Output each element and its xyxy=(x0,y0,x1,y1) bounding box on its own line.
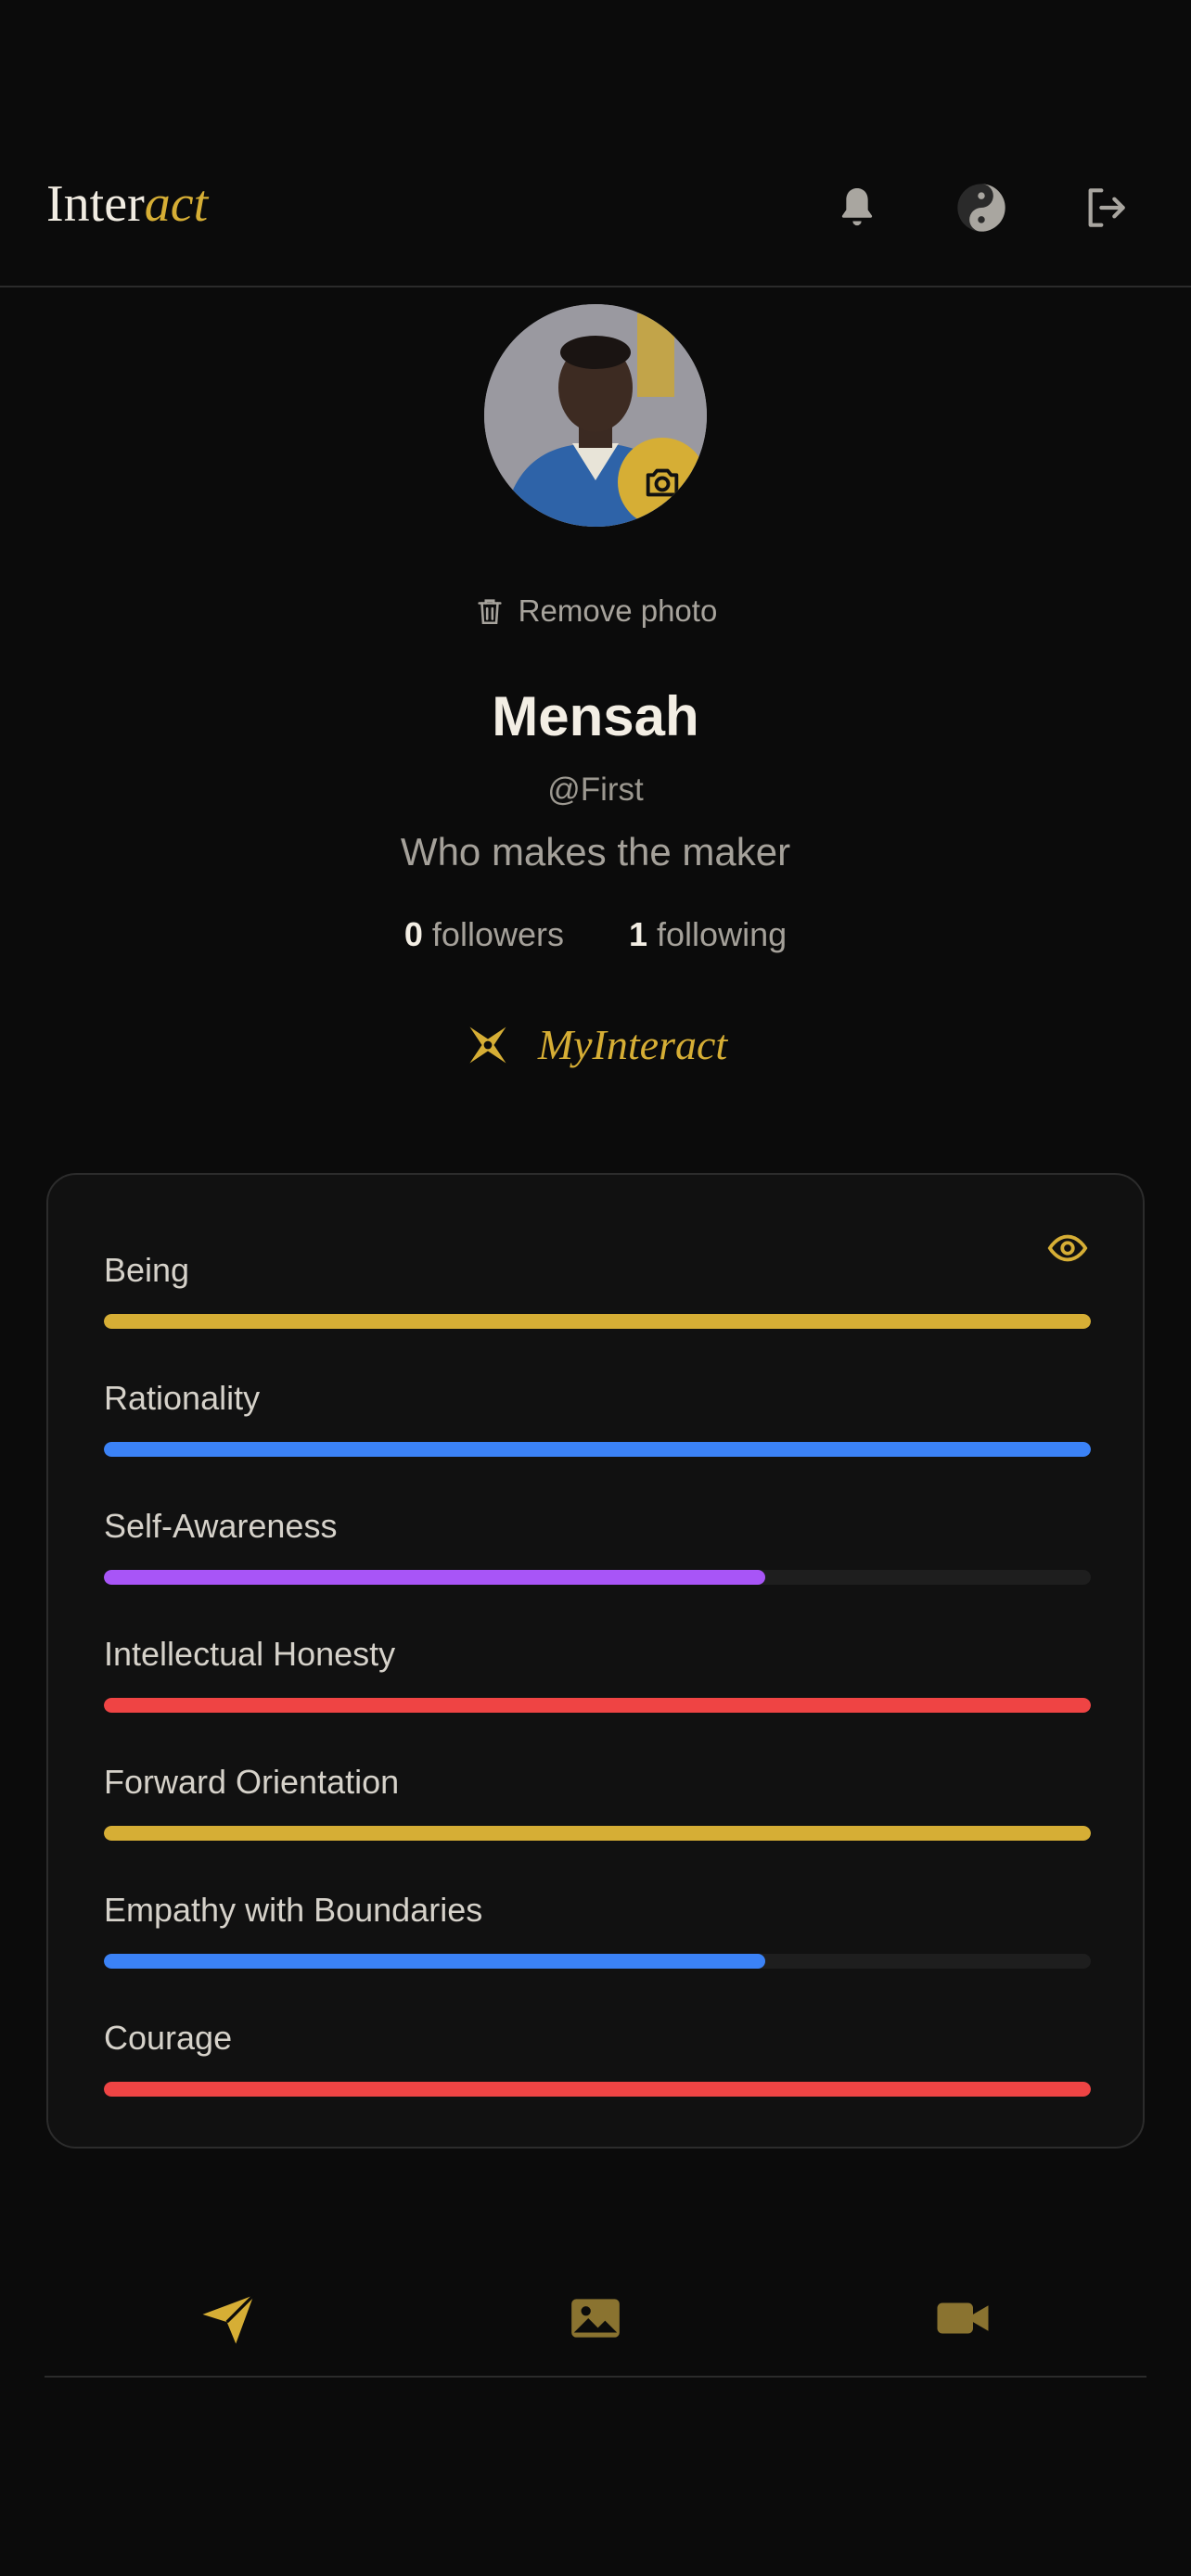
app-logo[interactable]: Interact xyxy=(46,176,208,232)
trait-self-awareness: Self-Awareness xyxy=(104,1505,1091,1585)
avatar xyxy=(484,304,707,527)
top-bar: Interact xyxy=(0,0,1191,287)
trait-intellectual-honesty: Intellectual Honesty xyxy=(104,1633,1091,1713)
trait-progress-fill xyxy=(104,1826,1091,1841)
trait-label: Forward Orientation xyxy=(104,1763,400,1801)
trait-progress-fill xyxy=(104,1314,1091,1329)
trait-progress-fill xyxy=(104,1442,1091,1457)
trait-label: Being xyxy=(104,1251,190,1289)
cross-pattee-icon xyxy=(469,1027,506,1063)
trait-rationality: Rationality xyxy=(104,1377,1091,1457)
following-count: 1 xyxy=(628,915,648,953)
trait-label: Empathy with Boundaries xyxy=(104,1891,483,1929)
bottom-nav xyxy=(45,2263,1146,2378)
trait-progress-bar xyxy=(104,1442,1091,1457)
logo-text: Inter xyxy=(46,175,145,233)
my-interact-link[interactable]: MyInteract xyxy=(0,1020,1191,1069)
trait-empathy-with-boundaries: Empathy with Boundaries xyxy=(104,1889,1091,1969)
yin-yang-icon[interactable] xyxy=(955,182,1007,234)
followers-count: 0 xyxy=(403,915,423,953)
profile-handle: @First xyxy=(547,772,644,808)
traits-card: Being Rationality Self-Awareness Intelle… xyxy=(46,1173,1145,2149)
bell-icon[interactable] xyxy=(831,182,883,234)
trash-icon xyxy=(478,599,502,625)
trait-label: Self-Awareness xyxy=(104,1507,338,1545)
my-interact-label: MyInteract xyxy=(537,1021,728,1068)
profile-avatar xyxy=(484,304,707,527)
trait-progress-fill xyxy=(104,2082,1091,2097)
logout-icon[interactable] xyxy=(1080,182,1132,234)
trait-progress-fill xyxy=(104,1570,765,1585)
camera-icon xyxy=(646,468,679,497)
trait-courage: Courage xyxy=(104,2017,1091,2097)
remove-photo-label: Remove photo xyxy=(518,593,718,628)
change-photo-button[interactable] xyxy=(618,438,707,527)
trait-progress-bar xyxy=(104,1570,1091,1585)
trait-label: Courage xyxy=(104,2019,233,2057)
follow-stats: 0 followers 1 following xyxy=(0,915,1191,954)
trait-progress-bar xyxy=(104,1954,1091,1969)
trait-progress-fill xyxy=(104,1698,1091,1713)
video-icon[interactable] xyxy=(926,2281,1000,2355)
trait-progress-fill xyxy=(104,1954,765,1969)
following-label: following xyxy=(657,915,788,953)
image-icon[interactable] xyxy=(558,2281,633,2355)
trait-progress-bar xyxy=(104,2082,1091,2097)
followers-link[interactable]: 0 followers xyxy=(404,915,564,954)
remove-photo-button[interactable]: Remove photo xyxy=(0,593,1191,629)
trait-label: Intellectual Honesty xyxy=(104,1635,396,1673)
trait-progress-bar xyxy=(104,1698,1091,1713)
profile-bio: Who makes the maker xyxy=(400,830,791,874)
send-icon[interactable] xyxy=(191,2281,265,2355)
following-link[interactable]: 1 following xyxy=(629,915,787,954)
trait-forward-orientation: Forward Orientation xyxy=(104,1761,1091,1841)
profile-name: Mensah xyxy=(492,685,699,747)
trait-progress-bar xyxy=(104,1826,1091,1841)
trait-progress-bar xyxy=(104,1314,1091,1329)
trait-being: Being xyxy=(104,1249,1091,1329)
trait-label: Rationality xyxy=(104,1379,261,1417)
followers-label: followers xyxy=(431,915,564,953)
logo-accent-text: act xyxy=(144,175,209,233)
